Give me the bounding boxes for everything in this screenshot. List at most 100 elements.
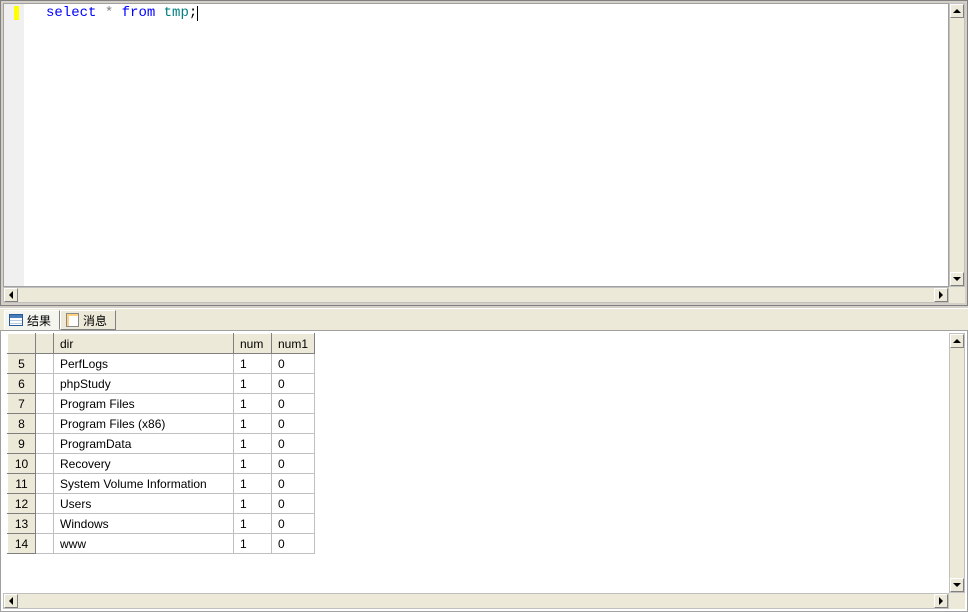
cell-num[interactable]: 1 — [234, 414, 272, 434]
cell-empty[interactable] — [36, 434, 54, 454]
table-row[interactable]: 9 ProgramData10 — [8, 434, 315, 454]
cell-dir[interactable]: System Volume Information — [54, 474, 234, 494]
tab-messages-label: 消息 — [83, 312, 107, 329]
tab-results-label: 结果 — [27, 312, 51, 329]
row-number-header[interactable]: 10 — [8, 454, 36, 474]
tab-messages[interactable]: 消息 — [60, 310, 116, 330]
cell-num[interactable]: 1 — [234, 534, 272, 554]
cell-num1[interactable]: 0 — [272, 514, 315, 534]
cell-dir[interactable]: www — [54, 534, 234, 554]
cell-num1[interactable]: 0 — [272, 454, 315, 474]
cell-dir[interactable]: Program Files — [54, 394, 234, 414]
cell-num[interactable]: 1 — [234, 514, 272, 534]
scroll-corner — [949, 593, 965, 609]
scroll-down-button[interactable] — [950, 578, 964, 592]
cell-num1[interactable]: 0 — [272, 414, 315, 434]
grid-corner-header[interactable] — [8, 334, 36, 354]
cell-num1[interactable]: 0 — [272, 374, 315, 394]
editor-vertical-scrollbar[interactable] — [949, 3, 965, 287]
row-number-header[interactable]: 6 — [8, 374, 36, 394]
table-row[interactable]: 13 Windows10 — [8, 514, 315, 534]
sql-keyword-from: from — [122, 5, 156, 21]
cell-num1[interactable]: 0 — [272, 354, 315, 374]
sql-editor[interactable]: select * from tmp; — [3, 3, 949, 287]
row-number-header[interactable]: 12 — [8, 494, 36, 514]
cell-empty[interactable] — [36, 494, 54, 514]
row-number-header[interactable]: 14 — [8, 534, 36, 554]
cell-num1[interactable]: 0 — [272, 534, 315, 554]
editor-gutter — [4, 4, 24, 286]
cell-dir[interactable]: Recovery — [54, 454, 234, 474]
cell-empty[interactable] — [36, 454, 54, 474]
cell-num1[interactable]: 0 — [272, 494, 315, 514]
table-row[interactable]: 5 PerfLogs10 — [8, 354, 315, 374]
cell-empty[interactable] — [36, 374, 54, 394]
cell-empty[interactable] — [36, 354, 54, 374]
current-line-marker — [14, 6, 19, 20]
cell-dir[interactable]: ProgramData — [54, 434, 234, 454]
cell-num[interactable]: 1 — [234, 374, 272, 394]
table-row[interactable]: 11 System Volume Information10 — [8, 474, 315, 494]
cell-empty[interactable] — [36, 514, 54, 534]
row-number-header[interactable]: 11 — [8, 474, 36, 494]
table-row[interactable]: 14 www10 — [8, 534, 315, 554]
cell-num1[interactable]: 0 — [272, 394, 315, 414]
cell-num[interactable]: 1 — [234, 394, 272, 414]
scroll-right-button[interactable] — [934, 594, 948, 608]
cell-dir[interactable]: Users — [54, 494, 234, 514]
sql-semicolon: ; — [189, 5, 197, 21]
cell-num[interactable]: 1 — [234, 454, 272, 474]
table-row[interactable]: 12 Users10 — [8, 494, 315, 514]
message-icon — [65, 313, 79, 327]
row-number-header[interactable]: 8 — [8, 414, 36, 434]
row-number-header[interactable]: 5 — [8, 354, 36, 374]
grid-header-empty[interactable] — [36, 334, 54, 354]
scroll-up-button[interactable] — [950, 4, 964, 18]
results-horizontal-scrollbar[interactable] — [3, 593, 949, 609]
row-number-header[interactable]: 7 — [8, 394, 36, 414]
cell-empty[interactable] — [36, 474, 54, 494]
grid-header-num[interactable]: num — [234, 334, 272, 354]
cell-empty[interactable] — [36, 414, 54, 434]
results-grid[interactable]: dir num num1 5PerfLogs106phpStudy107Prog… — [7, 333, 315, 554]
table-row[interactable]: 7 Program Files10 — [8, 394, 315, 414]
table-row[interactable]: 6 phpStudy10 — [8, 374, 315, 394]
cell-dir[interactable]: PerfLogs — [54, 354, 234, 374]
sql-star: * — [96, 5, 121, 21]
scroll-corner — [949, 287, 965, 303]
cell-num1[interactable]: 0 — [272, 474, 315, 494]
scroll-up-button[interactable] — [950, 334, 964, 348]
grid-header-num1[interactable]: num1 — [272, 334, 315, 354]
results-vertical-scrollbar[interactable] — [949, 333, 965, 593]
results-pane: dir num num1 5PerfLogs106phpStudy107Prog… — [0, 330, 968, 612]
editor-horizontal-scrollbar[interactable] — [3, 287, 949, 303]
grid-icon — [9, 313, 23, 327]
table-row[interactable]: 8 Program Files (x86)10 — [8, 414, 315, 434]
grid-header-dir[interactable]: dir — [54, 334, 234, 354]
cell-dir[interactable]: phpStudy — [54, 374, 234, 394]
sql-editor-pane: select * from tmp; — [0, 0, 968, 306]
cell-dir[interactable]: Windows — [54, 514, 234, 534]
tab-results[interactable]: 结果 — [4, 310, 60, 330]
scroll-down-button[interactable] — [950, 272, 964, 286]
scroll-left-button[interactable] — [4, 288, 18, 302]
cell-num1[interactable]: 0 — [272, 434, 315, 454]
cell-num[interactable]: 1 — [234, 474, 272, 494]
text-cursor — [197, 6, 198, 21]
sql-text[interactable]: select * from tmp; — [46, 5, 198, 21]
results-tabstrip: 结果 消息 — [0, 308, 968, 330]
cell-dir[interactable]: Program Files (x86) — [54, 414, 234, 434]
sql-keyword-select: select — [46, 5, 96, 21]
cell-empty[interactable] — [36, 394, 54, 414]
grid-header-row: dir num num1 — [8, 334, 315, 354]
row-number-header[interactable]: 13 — [8, 514, 36, 534]
scroll-left-button[interactable] — [4, 594, 18, 608]
scroll-right-button[interactable] — [934, 288, 948, 302]
cell-empty[interactable] — [36, 534, 54, 554]
cell-num[interactable]: 1 — [234, 494, 272, 514]
cell-num[interactable]: 1 — [234, 354, 272, 374]
row-number-header[interactable]: 9 — [8, 434, 36, 454]
table-row[interactable]: 10Recovery10 — [8, 454, 315, 474]
sql-identifier: tmp — [155, 5, 189, 21]
cell-num[interactable]: 1 — [234, 434, 272, 454]
